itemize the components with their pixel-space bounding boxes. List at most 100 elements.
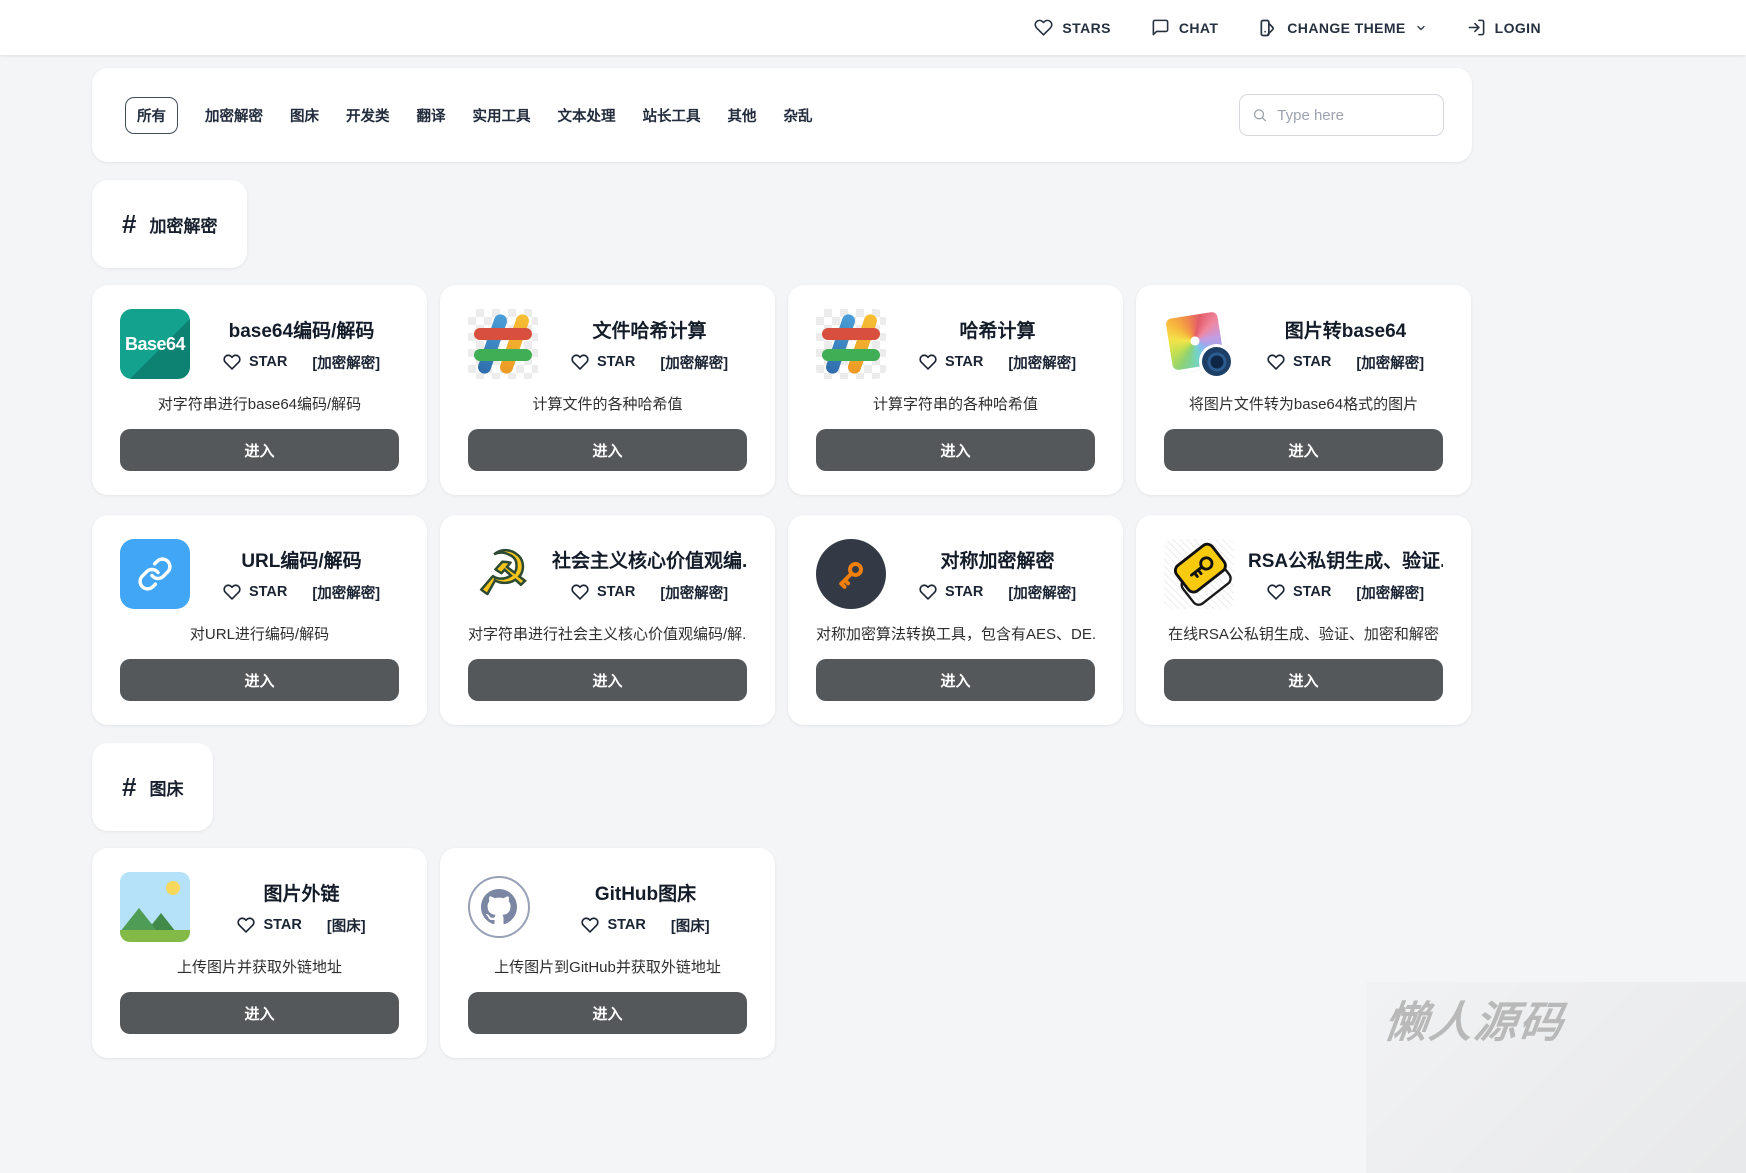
star-button[interactable]: STAR <box>919 583 983 601</box>
tool-category-tag: [加密解密] <box>660 352 728 373</box>
key-glyph <box>831 554 871 594</box>
chain-link-glyph <box>137 556 173 592</box>
star-button[interactable]: STAR <box>571 583 635 601</box>
tool-category-tag: [加密解密] <box>312 352 380 373</box>
stars-button[interactable]: STARS <box>1034 18 1110 37</box>
enter-button[interactable]: 进入 <box>120 992 399 1034</box>
tool-description: 对称加密算法转换工具，包含有AES、DE... <box>816 623 1095 644</box>
enter-button[interactable]: 进入 <box>468 659 747 701</box>
tool-category-tag: [加密解密] <box>660 582 728 603</box>
card-head: 社会主义核心价值观编... STAR [加密解密] <box>552 546 747 603</box>
heart-icon <box>581 916 599 934</box>
category-tabs: 所有 加密解密 图床 开发类 翻译 实用工具 文本处理 站长工具 其他 杂乱 <box>125 97 813 134</box>
tab-8[interactable]: 其他 <box>728 105 757 126</box>
star-label: STAR <box>249 584 287 600</box>
card-meta: STAR [加密解密] <box>919 352 1076 373</box>
star-button[interactable]: STAR <box>223 353 287 371</box>
photos-icon <box>1164 309 1234 379</box>
base64-icon: Base64 <box>120 309 190 379</box>
search-input[interactable] <box>1275 106 1431 125</box>
tab-5[interactable]: 实用工具 <box>473 105 531 126</box>
link-icon <box>120 539 190 609</box>
hash-symbol: # <box>122 209 136 240</box>
search-box[interactable] <box>1239 94 1444 136</box>
base64-logo-text: Base64 <box>125 334 185 355</box>
octocat-glyph <box>481 889 517 925</box>
section-header: # 加密解密 <box>92 180 247 268</box>
card-meta: STAR [加密解密] <box>571 352 728 373</box>
enter-button[interactable]: 进入 <box>468 992 747 1034</box>
heart-icon <box>1267 353 1285 371</box>
tool-card: 文件哈希计算 STAR [加密解密] 计算文件的各种哈希值 进入 <box>440 285 775 495</box>
enter-button[interactable]: 进入 <box>468 429 747 471</box>
chat-icon <box>1151 18 1170 37</box>
card-head: 哈希计算 STAR [加密解密] <box>900 316 1095 373</box>
enter-button[interactable]: 进入 <box>1164 429 1443 471</box>
tool-category-tag: [加密解密] <box>1356 352 1424 373</box>
tab-4[interactable]: 翻译 <box>417 105 446 126</box>
heart-icon <box>919 353 937 371</box>
tool-card: ☭ 社会主义核心价值观编... STAR [加密解密] 对字符串进行社会主义核心… <box>440 515 775 725</box>
change-theme-button[interactable]: CHANGE THEME <box>1258 18 1426 38</box>
tab-2[interactable]: 图床 <box>290 105 319 126</box>
heart-icon <box>1034 18 1053 37</box>
hash-bar-green <box>474 349 532 361</box>
star-button[interactable]: STAR <box>1267 583 1331 601</box>
tool-card: 图片转base64 STAR [加密解密] 将图片文件转为base64格式的图片… <box>1136 285 1471 495</box>
github-icon <box>468 876 530 938</box>
key-icon <box>816 539 886 609</box>
chevron-down-icon <box>1415 22 1427 34</box>
star-label: STAR <box>945 584 983 600</box>
tool-title: RSA公私钥生成、验证... <box>1248 546 1443 573</box>
heart-icon <box>223 583 241 601</box>
tab-6[interactable]: 文本处理 <box>558 105 616 126</box>
tab-7[interactable]: 站长工具 <box>643 105 701 126</box>
star-button[interactable]: STAR <box>581 916 645 934</box>
tool-description: 对URL进行编码/解码 <box>120 623 399 644</box>
sun-shape <box>166 881 180 895</box>
card-top: 对称加密解密 STAR [加密解密] <box>816 539 1095 609</box>
tool-card: Base64 base64编码/解码 STAR [加密解密] 对字符串进行bas… <box>92 285 427 495</box>
hash-bar-green <box>822 349 880 361</box>
card-head: 文件哈希计算 STAR [加密解密] <box>552 316 747 373</box>
tool-category-tag: [图床] <box>671 915 710 936</box>
tab-9[interactable]: 杂乱 <box>784 105 813 126</box>
star-button[interactable]: STAR <box>223 583 287 601</box>
login-button[interactable]: LOGIN <box>1467 18 1541 37</box>
enter-button[interactable]: 进入 <box>120 659 399 701</box>
enter-button[interactable]: 进入 <box>816 429 1095 471</box>
star-button[interactable]: STAR <box>1267 353 1331 371</box>
tool-section: # 加密解密 Base64 base64编码/解码 STAR [加密解密] 对字… <box>92 162 1472 725</box>
search-icon <box>1252 106 1267 124</box>
tag-key-glyph <box>1166 541 1232 607</box>
tool-card: RSA公私钥生成、验证... STAR [加密解密] 在线RSA公私钥生成、验证… <box>1136 515 1471 725</box>
tab-1[interactable]: 加密解密 <box>205 105 263 126</box>
tool-description: 对字符串进行社会主义核心价值观编码/解... <box>468 623 747 644</box>
card-meta: STAR [图床] <box>581 915 709 936</box>
card-top: 图片外链 STAR [图床] <box>120 872 399 942</box>
star-button[interactable]: STAR <box>919 353 983 371</box>
enter-button[interactable]: 进入 <box>1164 659 1443 701</box>
star-label: STAR <box>597 354 635 370</box>
chat-label: CHAT <box>1179 20 1218 36</box>
star-button[interactable]: STAR <box>571 353 635 371</box>
enter-button[interactable]: 进入 <box>120 429 399 471</box>
hash-icon <box>468 309 538 379</box>
heart-icon <box>1267 583 1285 601</box>
card-meta: STAR [加密解密] <box>223 352 380 373</box>
star-button[interactable]: STAR <box>237 916 301 934</box>
tool-category-tag: [加密解密] <box>1008 352 1076 373</box>
tool-section: # 图床 图片外链 STAR [图床] 上传图片并获取外链地址 进入 <box>92 725 1472 1058</box>
theme-swatch-icon <box>1258 18 1278 38</box>
tab-3[interactable]: 开发类 <box>346 105 390 126</box>
enter-button[interactable]: 进入 <box>816 659 1095 701</box>
tool-title: 文件哈希计算 <box>592 316 706 343</box>
chat-button[interactable]: CHAT <box>1151 18 1218 37</box>
card-head: RSA公私钥生成、验证... STAR [加密解密] <box>1248 546 1443 603</box>
mountain-front <box>120 908 158 932</box>
card-grid: Base64 base64编码/解码 STAR [加密解密] 对字符串进行bas… <box>92 285 1472 725</box>
card-meta: STAR [加密解密] <box>571 582 728 603</box>
tool-description: 将图片文件转为base64格式的图片 <box>1164 393 1443 414</box>
star-label: STAR <box>607 917 645 933</box>
tab-0[interactable]: 所有 <box>125 97 178 134</box>
